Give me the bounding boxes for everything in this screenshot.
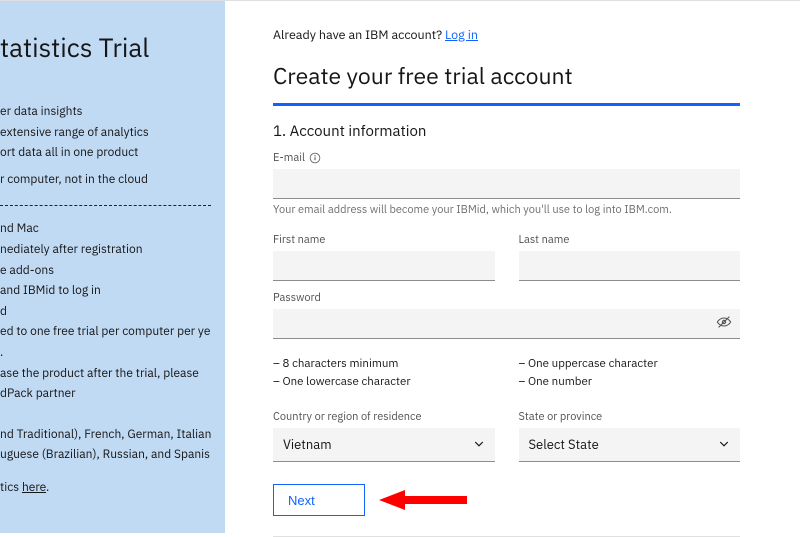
- state-label: State or province: [519, 410, 741, 424]
- info-icon[interactable]: [309, 152, 321, 164]
- state-value: Select State: [529, 436, 599, 453]
- email-label: E-mail: [273, 151, 740, 165]
- last-name-input[interactable]: [519, 251, 741, 281]
- sidebar-bullet: dPack partner: [0, 385, 211, 404]
- email-helper: Your email address will become your IBMi…: [273, 203, 740, 217]
- password-req: – One lowercase character: [273, 374, 495, 389]
- chevron-down-icon: [473, 436, 485, 453]
- sidebar-bullet: extensive range of analytics: [0, 124, 211, 143]
- password-input[interactable]: [273, 309, 740, 339]
- sidebar-bullet: er data insights: [0, 103, 211, 122]
- already-have-account: Already have an IBM account? Log in: [273, 27, 740, 43]
- sidebar-footer: nd Traditional), French, German, Italian…: [0, 426, 211, 445]
- sidebar-more-link[interactable]: here: [22, 480, 46, 495]
- sidebar-bullet: ase the product after the trial, please: [0, 365, 211, 384]
- password-requirements: – 8 characters minimum – One lowercase c…: [273, 353, 740, 392]
- eye-off-icon[interactable]: [716, 314, 732, 334]
- sidebar-bullet: and IBMid to log in: [0, 282, 211, 301]
- country-select[interactable]: Vietnam: [273, 428, 495, 462]
- sidebar-bullet: ort data all in one product: [0, 144, 211, 163]
- sidebar-footer: uguese (Brazilian), Russian, and Spanish…: [0, 446, 211, 465]
- sidebar-divider: [0, 205, 211, 206]
- annotation-arrow-icon: [379, 486, 469, 514]
- sidebar-more: tics here.: [0, 479, 211, 498]
- sidebar-bullet: nediately after registration: [0, 241, 211, 260]
- sidebar-title: tatistics Trial: [0, 31, 211, 65]
- sidebar-body: er data insights extensive range of anal…: [0, 101, 211, 500]
- chevron-down-icon: [718, 436, 730, 453]
- first-name-label: First name: [273, 233, 495, 247]
- section-title: 1. Account information: [273, 122, 740, 141]
- sidebar-bullet: r computer, not in the cloud: [0, 171, 211, 190]
- password-req: – 8 characters minimum: [273, 356, 495, 371]
- first-name-input[interactable]: [273, 251, 495, 281]
- country-label: Country or region of residence: [273, 410, 495, 424]
- sidebar-more-prefix: tics: [0, 480, 22, 495]
- last-name-label: Last name: [519, 233, 741, 247]
- password-req: – One uppercase character: [519, 356, 741, 371]
- main-content: Already have an IBM account? Log in Crea…: [225, 1, 800, 533]
- next-button[interactable]: Next: [273, 484, 365, 516]
- password-label: Password: [273, 291, 740, 305]
- country-value: Vietnam: [283, 436, 332, 453]
- sidebar-bullet: e add-ons: [0, 262, 211, 281]
- login-link[interactable]: Log in: [445, 27, 478, 43]
- sidebar-bullet: d: [0, 303, 211, 322]
- state-select[interactable]: Select State: [519, 428, 741, 462]
- already-text: Already have an IBM account?: [273, 27, 442, 43]
- sidebar-bullet: nd Mac: [0, 220, 211, 239]
- form-title: Create your free trial account: [273, 61, 740, 91]
- password-req: – One number: [519, 374, 741, 389]
- email-input[interactable]: [273, 169, 740, 199]
- title-underline: [273, 103, 740, 106]
- sidebar-bullet: .: [0, 344, 211, 363]
- sidebar-bullet: ed to one free trial per computer per ye…: [0, 323, 211, 342]
- sidebar: tatistics Trial er data insights extensi…: [0, 1, 225, 533]
